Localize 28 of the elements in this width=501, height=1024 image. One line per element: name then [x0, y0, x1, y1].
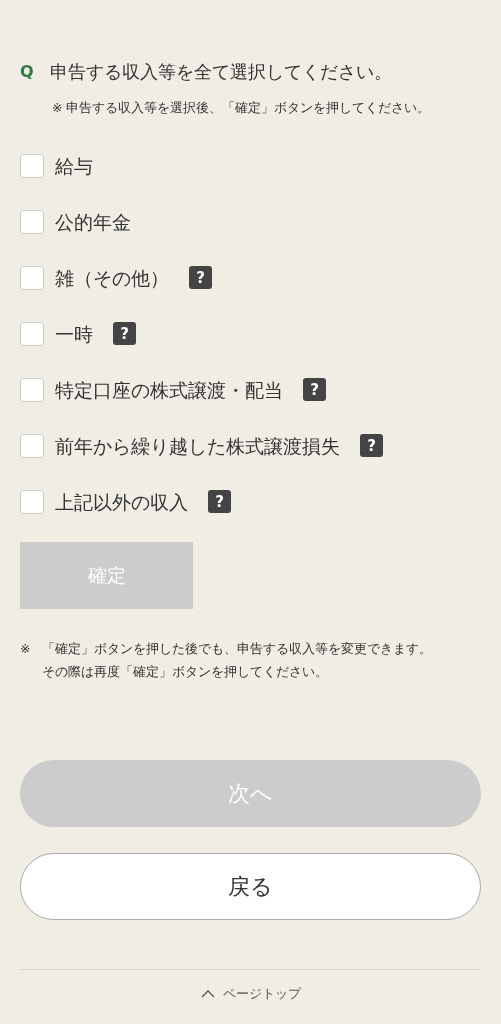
back-button[interactable]: 戻る — [20, 852, 481, 920]
checkbox[interactable] — [20, 265, 44, 290]
option-label[interactable]: 特定口座の株式譲渡・配当 — [55, 375, 283, 404]
option-label[interactable]: 給与 — [55, 151, 93, 180]
checkbox[interactable] — [20, 377, 44, 402]
question-text: 申告する収入等を全て選択してください。 — [49, 60, 392, 84]
footnote-text: 「確定」ボタンを押した後でも、申告する収入等を変更できます。 — [42, 639, 432, 658]
instruction-note: ※ 申告する収入等を選択後、「確定」ボタンを押してください。 — [52, 99, 432, 117]
footnote-text: その際は再度「確定」ボタンを押してください。 — [42, 662, 329, 681]
help-badge[interactable]: ? — [208, 490, 231, 514]
checkbox[interactable] — [20, 489, 44, 514]
option-label[interactable]: 上記以外の収入 — [55, 487, 188, 516]
option-label[interactable]: 前年から繰り越した株式譲渡損失 — [55, 431, 340, 460]
help-badge[interactable]: ? — [189, 266, 212, 290]
checkbox[interactable] — [20, 433, 44, 458]
option-label[interactable]: 公的年金 — [55, 207, 131, 236]
help-badge[interactable]: ? — [303, 378, 326, 402]
question-mark: Q — [20, 60, 34, 83]
checkbox[interactable] — [20, 209, 44, 234]
checkbox[interactable] — [20, 321, 44, 346]
option-label[interactable]: 一時 — [55, 319, 93, 348]
footnote-mark: ※ — [20, 639, 32, 658]
page-top-link[interactable]: ページトップ — [200, 983, 301, 1004]
checkbox[interactable] — [20, 153, 44, 178]
help-badge[interactable]: ? — [360, 434, 383, 458]
chevron-up-icon — [200, 989, 215, 998]
option-label[interactable]: 雑（その他） — [55, 263, 169, 292]
help-badge[interactable]: ? — [113, 322, 136, 346]
